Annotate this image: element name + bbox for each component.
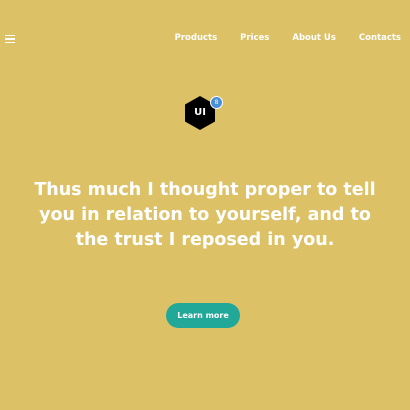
nav-item-contacts[interactable]: Contacts (359, 33, 401, 43)
nav-item-about-us[interactable]: About Us (292, 33, 336, 43)
logo-badge: 8 (210, 96, 223, 109)
nav-item-prices[interactable]: Prices (240, 33, 269, 43)
logo: UI 8 (183, 95, 223, 131)
page: Products Prices About Us Contacts UI 8 T… (0, 0, 410, 410)
top-nav: Products Prices About Us Contacts (152, 33, 401, 43)
hamburger-menu-icon[interactable] (5, 35, 15, 43)
learn-more-button[interactable]: Learn more (166, 303, 240, 328)
nav-item-products[interactable]: Products (175, 33, 218, 43)
hero-headline: Thus much I thought proper to tell you i… (34, 180, 376, 250)
